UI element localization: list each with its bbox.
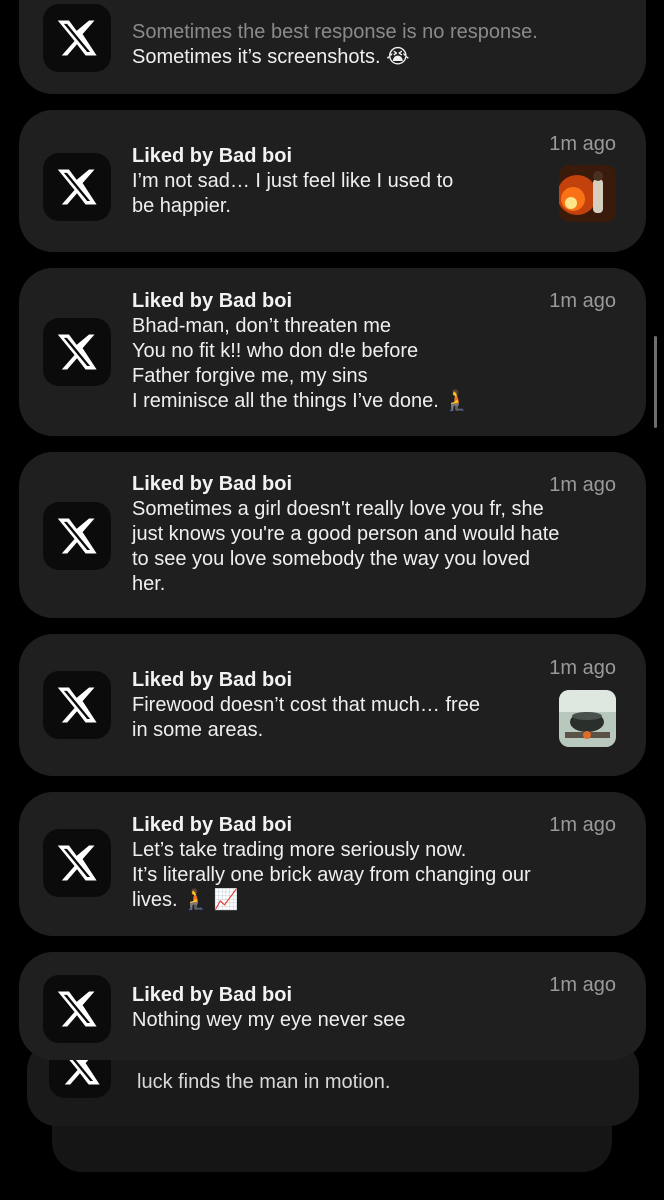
notification-body: Let’s take trading more seriously now. I… xyxy=(132,838,622,913)
notification-card[interactable]: Liked by Bad boi 1m ago Let’s take tradi… xyxy=(19,792,646,936)
notification-time: 1m ago xyxy=(549,290,616,312)
notification-title: Liked by Bad boi xyxy=(132,814,293,836)
x-logo-icon xyxy=(43,153,111,221)
notification-title: Liked by Bad boi xyxy=(132,290,293,312)
notification-body: Firewood doesn’t cost that much… free in… xyxy=(132,693,532,743)
notification-line: You no fit k!! who don d!e before xyxy=(132,340,419,362)
notification-line: Firewood doesn’t cost that much… free xyxy=(132,694,480,716)
notification-card[interactable]: Liked by Bad boi 1m ago Bhad-man, don’t … xyxy=(19,268,646,436)
notification-title: Liked by Bad boi xyxy=(132,145,293,167)
notification-line: Father forgive me, my sins xyxy=(132,365,368,387)
notification-line: Sometimes a girl doesn't really love you… xyxy=(132,498,544,520)
notification-line: Sometimes it’s screenshots. 😭 xyxy=(132,46,410,68)
x-logo-icon xyxy=(43,829,111,897)
x-logo-icon xyxy=(43,318,111,386)
notification-line: I reminisce all the things I’ve done. 🧎 xyxy=(132,390,470,412)
x-logo-icon xyxy=(43,4,111,72)
notification-time: 1m ago xyxy=(549,814,616,836)
notification-title: Liked by Bad boi xyxy=(132,669,293,691)
notification-line: It’s literally one brick away from chang… xyxy=(132,864,531,886)
notification-title: Liked by Bad boi xyxy=(132,473,293,495)
scroll-indicator[interactable] xyxy=(654,336,657,428)
pot-on-fire-photo[interactable] xyxy=(559,690,616,747)
notification-line: Sometimes the best response is no respon… xyxy=(132,21,538,43)
notification-card[interactable]: Liked by Bad boi 1m ago I’m not sad… I j… xyxy=(19,110,646,252)
notification-time: 1m ago xyxy=(549,657,616,679)
notification-card[interactable]: Liked by Bad boi 1m ago Firewood doesn’t… xyxy=(19,634,646,776)
notification-line: Nothing wey my eye never see xyxy=(132,1009,406,1031)
notification-card[interactable]: Sometimes the best response is no respon… xyxy=(19,0,646,94)
notification-title: Liked by Bad boi xyxy=(132,984,293,1006)
notification-time: 1m ago xyxy=(549,974,616,996)
notification-line: just knows you're a good person and woul… xyxy=(132,523,560,545)
notification-line: her. xyxy=(132,573,166,595)
notification-time: 1m ago xyxy=(549,474,616,496)
x-logo-icon xyxy=(43,502,111,570)
notification-line: to see you love somebody the way you lov… xyxy=(132,548,531,570)
notification-time: 1m ago xyxy=(549,133,616,155)
notification-line: in some areas. xyxy=(132,719,264,741)
fire-figure-photo[interactable] xyxy=(559,165,616,222)
x-logo-icon xyxy=(43,975,111,1043)
notification-body: I’m not sad… I just feel like I used to … xyxy=(132,169,532,219)
notification-body: Bhad-man, don’t threaten me You no fit k… xyxy=(132,314,622,414)
notification-line: Let’s take trading more seriously now. xyxy=(132,839,467,861)
notification-line: lives. 🧎 📈 xyxy=(132,889,239,911)
notification-body: Sometimes the best response is no respon… xyxy=(132,20,622,70)
notification-line: I’m not sad… I just feel like I used to xyxy=(132,170,454,192)
notification-body: luck finds the man in motion. xyxy=(137,1071,391,1093)
notification-body: Sometimes a girl doesn't really love you… xyxy=(132,497,622,597)
notification-card[interactable]: Liked by Bad boi 1m ago Nothing wey my e… xyxy=(19,952,646,1060)
x-logo-icon xyxy=(43,671,111,739)
notification-line: Bhad-man, don’t threaten me xyxy=(132,315,392,337)
notification-card[interactable]: Liked by Bad boi 1m ago Sometimes a girl… xyxy=(19,452,646,618)
notification-body: Nothing wey my eye never see xyxy=(132,1008,532,1033)
notification-line: be happier. xyxy=(132,195,231,217)
